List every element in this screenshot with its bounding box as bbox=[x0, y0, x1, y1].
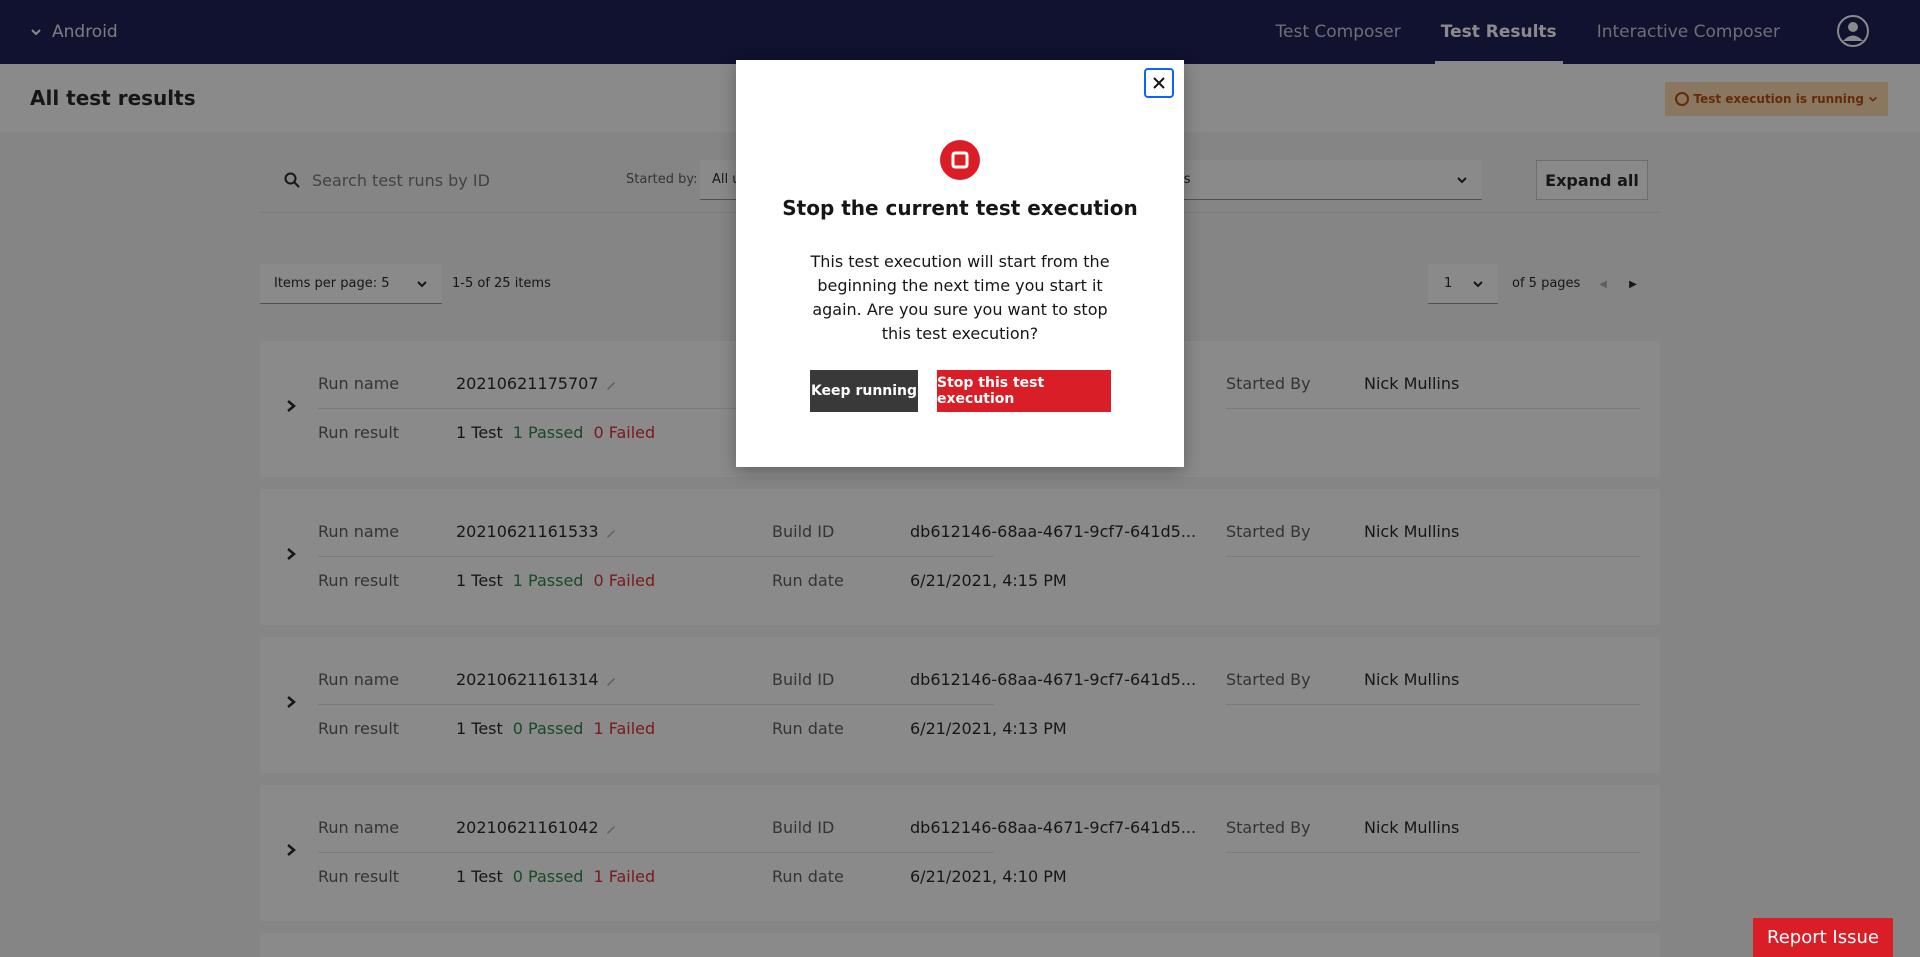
modal-title: Stop the current test execution bbox=[782, 196, 1138, 220]
report-issue-button[interactable]: Report Issue bbox=[1753, 918, 1893, 957]
stop-execution-button[interactable]: Stop this test execution bbox=[937, 370, 1111, 412]
stop-icon bbox=[940, 140, 980, 180]
close-icon bbox=[1153, 77, 1165, 89]
modal-body: This test execution will start from the … bbox=[810, 252, 1110, 343]
stop-execution-modal: Stop the current test execution This tes… bbox=[736, 60, 1184, 467]
close-button[interactable] bbox=[1144, 68, 1174, 98]
keep-running-button[interactable]: Keep running bbox=[810, 370, 918, 412]
